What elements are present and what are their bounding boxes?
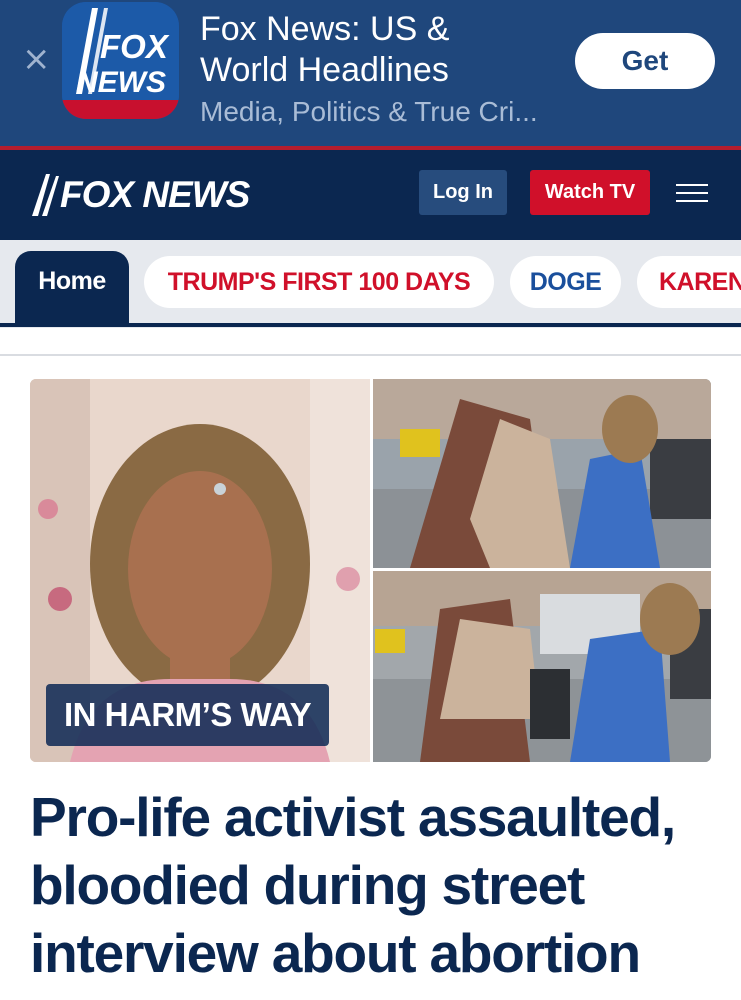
app-icon-text-fox: FOX — [100, 28, 170, 65]
section-tabs: Home TRUMP'S FIRST 100 DAYS DOGE KAREN — [0, 240, 741, 328]
app-icon-text-news: NEWS — [76, 66, 166, 99]
close-icon[interactable]: × — [22, 42, 51, 76]
tab-home[interactable]: Home — [15, 251, 129, 327]
tab-trumps-first-100-days[interactable]: TRUMP'S FIRST 100 DAYS — [144, 256, 494, 308]
hamburger-menu-icon[interactable] — [676, 184, 708, 202]
article-hero-image[interactable]: IN HARM’S WAY — [30, 379, 711, 762]
fox-news-app-icon[interactable]: FOX NEWS — [62, 2, 179, 119]
app-title-line-1: Fox News: US & — [200, 10, 450, 48]
tab-karen[interactable]: KAREN — [637, 256, 741, 308]
app-title-line-2: World Headlines — [200, 51, 449, 89]
fox-searchlight-icon — [32, 174, 59, 216]
article-tag[interactable]: IN HARM’S WAY — [46, 684, 330, 746]
article-headline[interactable]: Pro-life activist assaulted, bloodied du… — [30, 783, 720, 987]
fox-news-logo[interactable]: FOX NEWS — [30, 172, 260, 218]
app-subtitle: Media, Politics & True Cri... — [200, 96, 538, 127]
tabs-underline — [0, 323, 741, 327]
get-app-button[interactable]: Get — [575, 33, 715, 89]
app-install-banner: × FOX NEWS Fox News: US & World Headline… — [0, 0, 741, 146]
tab-doge[interactable]: DOGE — [510, 256, 621, 308]
divider — [0, 354, 741, 356]
log-in-button[interactable]: Log In — [419, 170, 507, 215]
site-header: FOX NEWS Log In Watch TV — [0, 150, 741, 240]
watch-tv-button[interactable]: Watch TV — [530, 170, 650, 215]
logo-text: FOX NEWS — [60, 174, 250, 215]
